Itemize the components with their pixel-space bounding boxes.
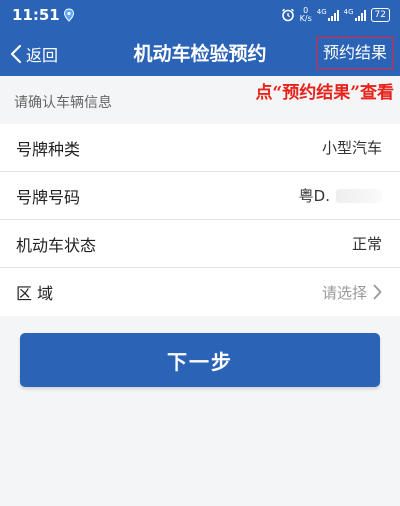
row-region[interactable]: 区 域 请选择 (0, 268, 400, 316)
vehicle-info-list: 号牌种类 小型汽车 号牌号码 粤D. 机动车状态 正常 区 域 请选择 (0, 124, 400, 316)
nav-bar: 返回 机动车检验预约 预约结果 (0, 32, 400, 76)
row-label: 机动车状态 (16, 235, 97, 255)
network-type-1: 4G (316, 8, 327, 16)
location-icon (63, 8, 75, 22)
hint-annotation: 点“预约结果”查看 (255, 83, 394, 103)
row-value: 正常 (351, 235, 382, 253)
next-step-button[interactable]: 下一步 (20, 333, 380, 387)
network-speed: 0 K/s (300, 7, 312, 23)
row-value-wrap: 粤D. (299, 185, 382, 206)
network-type-2: 4G (343, 8, 354, 16)
chevron-right-icon (373, 284, 382, 300)
signal-1: 4G (317, 9, 339, 21)
status-time: 11:51 (12, 6, 60, 24)
battery-icon: 72 (370, 8, 390, 22)
back-label: 返回 (26, 46, 59, 65)
row-label: 号牌种类 (16, 139, 81, 159)
row-value: 小型汽车 (321, 139, 382, 157)
row-label: 号牌号码 (16, 187, 81, 207)
speed-unit: K/s (299, 14, 312, 23)
row-vehicle-status: 机动车状态 正常 (0, 220, 400, 268)
region-placeholder: 请选择 (321, 283, 367, 302)
row-plate-type: 号牌种类 小型汽车 (0, 124, 400, 172)
region-select[interactable]: 请选择 (322, 282, 382, 303)
row-plate-number: 号牌号码 粤D. (0, 172, 400, 220)
alarm-icon (281, 8, 294, 22)
plate-number-value: 粤D. (298, 187, 330, 205)
plate-redaction (336, 188, 382, 203)
row-label: 区 域 (16, 284, 54, 303)
back-chevron-icon (10, 44, 22, 64)
status-icons: 0 K/s 4G 4G 72 (281, 5, 390, 25)
status-bar: 11:51 0 K/s 4G 4G 72 (0, 0, 400, 32)
signal-2: 4G (344, 9, 366, 21)
back-button[interactable]: 返回 (10, 32, 58, 76)
section-header: 请确认车辆信息 (14, 95, 112, 111)
signal-bars-icon (354, 9, 366, 21)
appointment-result-button[interactable]: 预约结果 (316, 37, 394, 69)
signal-bars-icon (327, 9, 339, 21)
